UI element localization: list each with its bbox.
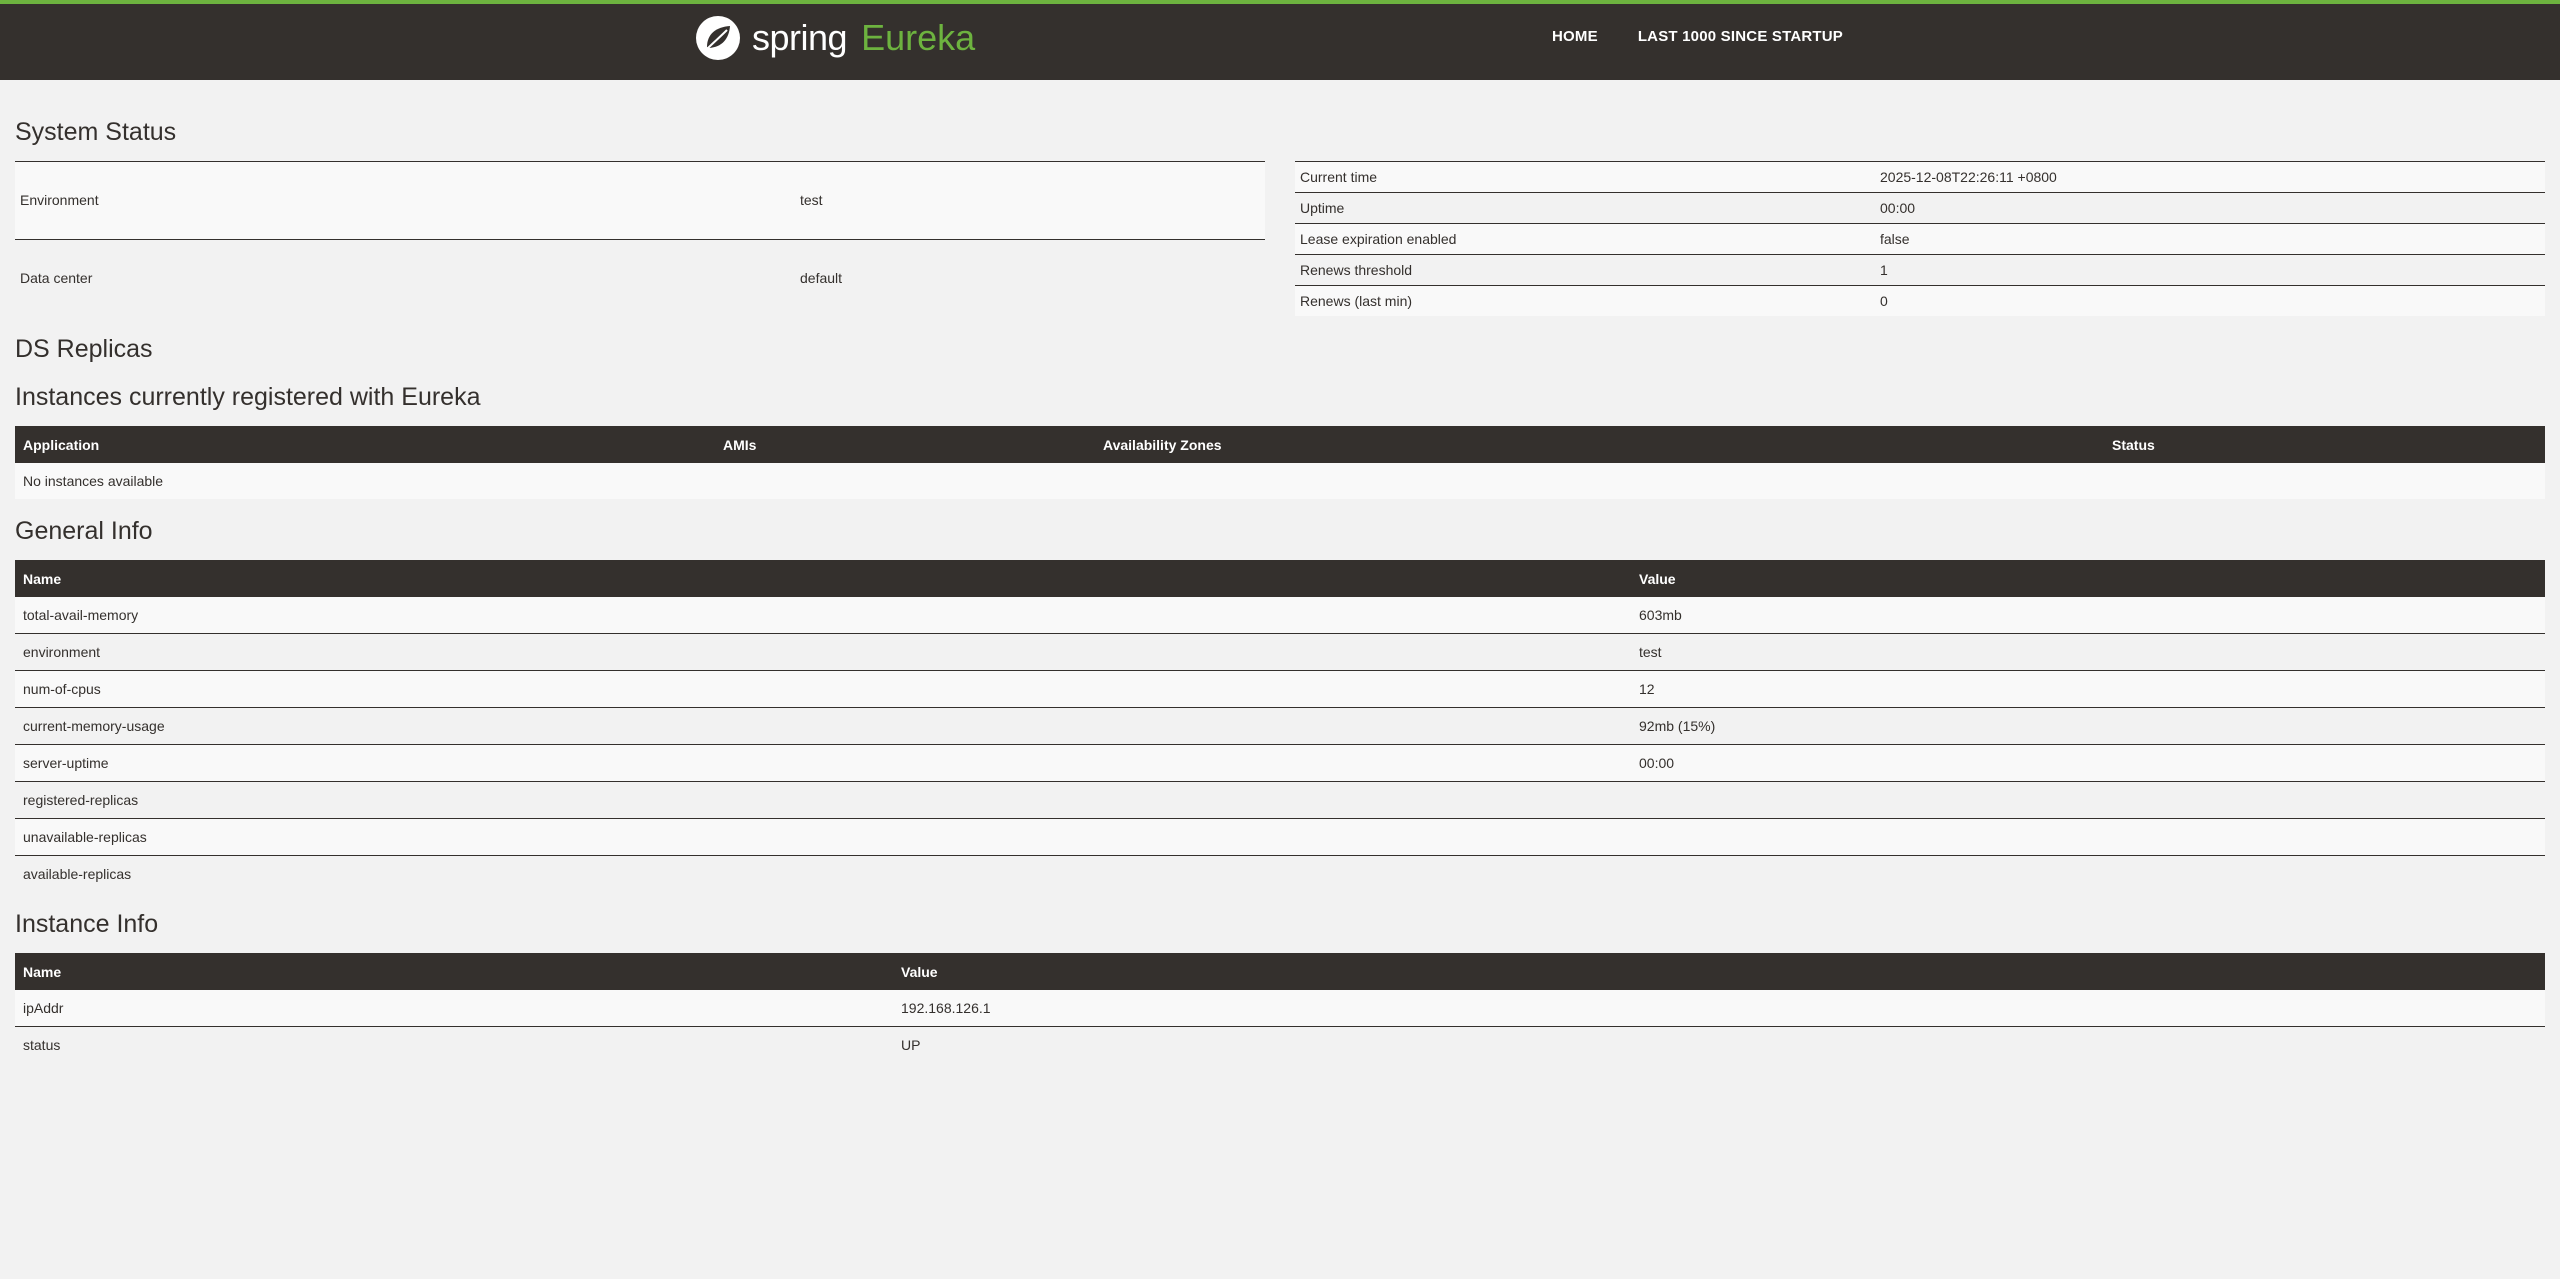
- instances-title: Instances currently registered with Eure…: [15, 383, 481, 411]
- info-name: available-replicas: [15, 855, 1631, 892]
- info-name: unavailable-replicas: [15, 818, 1631, 856]
- brand-eureka-text: Eureka: [861, 17, 976, 58]
- table-row: server-uptime 00:00: [15, 744, 2545, 782]
- status-row: Environment test: [15, 161, 1265, 240]
- general-info-table: Name Value total-avail-memory 603mb envi…: [15, 560, 2545, 892]
- info-value: 603mb: [1631, 597, 2545, 634]
- table-row: environment test: [15, 633, 2545, 671]
- info-value: 00:00: [1631, 744, 2545, 782]
- status-row: Renews (last min) 0: [1295, 285, 2545, 316]
- info-value: [1631, 781, 2545, 819]
- instance-value: 192.168.126.1: [893, 990, 2545, 1027]
- status-key: Environment: [15, 161, 795, 240]
- status-key: Current time: [1295, 161, 1875, 193]
- info-value: 12: [1631, 670, 2545, 708]
- info-name: total-avail-memory: [15, 597, 1631, 634]
- table-header-row: Name Value: [15, 560, 2545, 597]
- table-row: status UP: [15, 1026, 2545, 1063]
- instance-value: UP: [893, 1026, 2545, 1063]
- table-header-row: Application AMIs Availability Zones Stat…: [15, 426, 2545, 463]
- nav-last-1000-link[interactable]: LAST 1000 SINCE STARTUP: [1638, 28, 1843, 45]
- table-row: available-replicas: [15, 855, 2545, 892]
- info-name: current-memory-usage: [15, 707, 1631, 745]
- status-value: false: [1875, 223, 2545, 255]
- system-status-right-table: Current time 2025-12-08T22:26:11 +0800 U…: [1295, 161, 2545, 316]
- table-header-row: Name Value: [15, 953, 2545, 990]
- status-key: Lease expiration enabled: [1295, 223, 1875, 255]
- status-key: Renews threshold: [1295, 254, 1875, 286]
- instance-name: status: [15, 1026, 893, 1063]
- status-key: Uptime: [1295, 192, 1875, 224]
- table-row: num-of-cpus 12: [15, 670, 2545, 708]
- instance-info-table: Name Value ipAddr 192.168.126.1 status U…: [15, 953, 2545, 1063]
- column-header-value: Value: [1631, 560, 2545, 597]
- main-content: System Status Environment test Data cent…: [0, 80, 2560, 1063]
- status-row: Renews threshold 1: [1295, 254, 2545, 286]
- info-value: test: [1631, 633, 2545, 671]
- info-name: environment: [15, 633, 1631, 671]
- status-value: default: [795, 238, 1265, 316]
- status-row: Data center default: [15, 238, 1265, 316]
- column-header-name: Name: [15, 560, 1631, 597]
- status-row: Lease expiration enabled false: [1295, 223, 2545, 255]
- status-value: 00:00: [1875, 192, 2545, 224]
- column-header-application: Application: [15, 426, 715, 463]
- brand-logo[interactable]: spring Eureka: [694, 14, 975, 62]
- info-name: registered-replicas: [15, 781, 1631, 819]
- status-key: Data center: [15, 238, 795, 316]
- status-row: Current time 2025-12-08T22:26:11 +0800: [1295, 161, 2545, 193]
- table-row: current-memory-usage 92mb (15%): [15, 707, 2545, 745]
- column-header-status: Status: [2104, 426, 2545, 463]
- status-value: test: [795, 161, 1265, 240]
- general-info-title: General Info: [15, 517, 153, 545]
- info-value: [1631, 855, 2545, 892]
- status-value: 1: [1875, 254, 2545, 286]
- top-navbar: spring Eureka HOME LAST 1000 SINCE START…: [0, 0, 2560, 80]
- table-row: unavailable-replicas: [15, 818, 2545, 856]
- nav-home-link[interactable]: HOME: [1552, 28, 1598, 45]
- spring-leaf-icon: [696, 16, 740, 60]
- instance-name: ipAddr: [15, 990, 893, 1027]
- instances-table: Application AMIs Availability Zones Stat…: [15, 426, 2545, 499]
- table-row: No instances available: [15, 463, 2545, 499]
- status-row: Uptime 00:00: [1295, 192, 2545, 224]
- column-header-name: Name: [15, 953, 893, 990]
- info-name: server-uptime: [15, 744, 1631, 782]
- column-header-availability-zones: Availability Zones: [1095, 426, 2104, 463]
- info-value: 92mb (15%): [1631, 707, 2545, 745]
- table-row: registered-replicas: [15, 781, 2545, 819]
- status-value: 0: [1875, 285, 2545, 316]
- brand-spring-text: spring: [752, 17, 848, 58]
- info-value: [1631, 818, 2545, 856]
- system-status-title: System Status: [15, 118, 177, 146]
- ds-replicas-title: DS Replicas: [15, 335, 153, 363]
- column-header-amis: AMIs: [715, 426, 1095, 463]
- info-name: num-of-cpus: [15, 670, 1631, 708]
- instance-info-title: Instance Info: [15, 910, 159, 938]
- no-instances-message: No instances available: [15, 463, 2545, 499]
- table-row: ipAddr 192.168.126.1: [15, 990, 2545, 1027]
- main-nav: HOME LAST 1000 SINCE STARTUP: [1552, 28, 1843, 45]
- system-status-left-table: Environment test Data center default: [15, 161, 1265, 316]
- table-row: total-avail-memory 603mb: [15, 597, 2545, 634]
- status-value: 2025-12-08T22:26:11 +0800: [1875, 161, 2545, 193]
- status-key: Renews (last min): [1295, 285, 1875, 316]
- system-status-tables: Environment test Data center default Cur…: [15, 161, 2545, 316]
- column-header-value: Value: [893, 953, 2545, 990]
